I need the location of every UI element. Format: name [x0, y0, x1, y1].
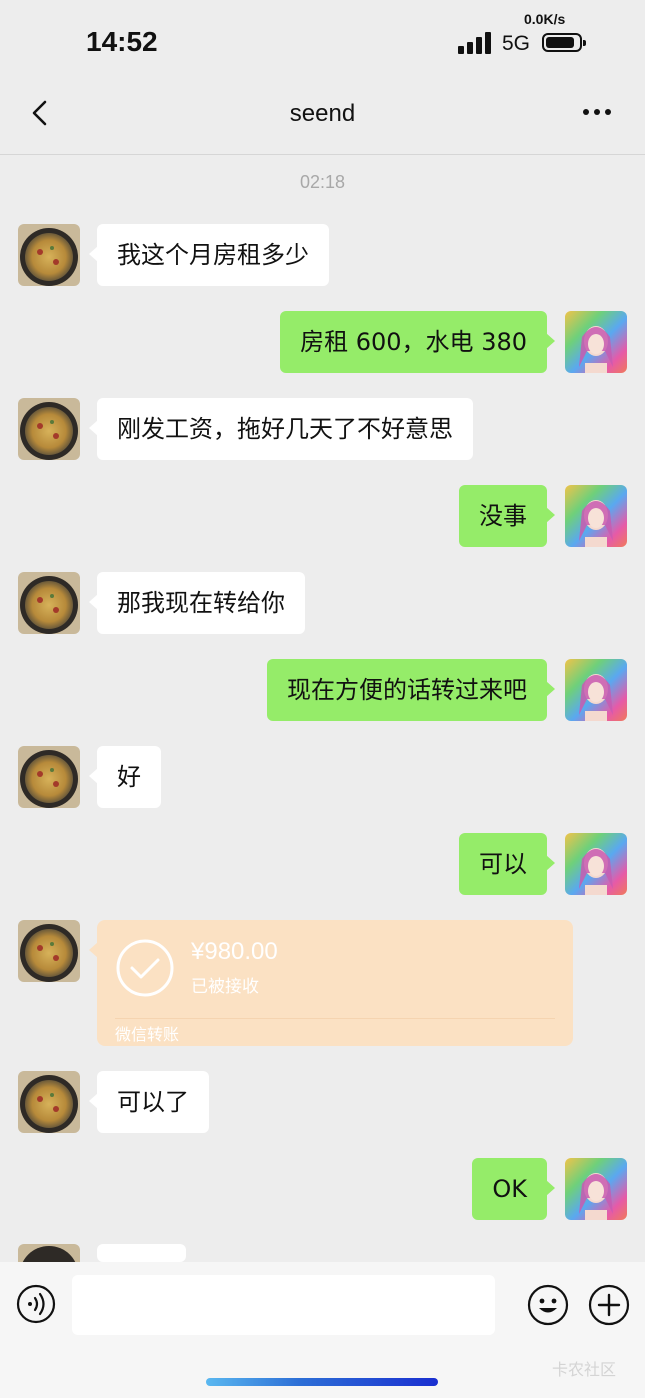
contact-avatar[interactable]	[18, 1071, 80, 1133]
message-bubble[interactable]: 那我现在转给你	[89, 572, 305, 634]
battery-icon	[542, 33, 586, 52]
message-bubble[interactable]: 没事	[459, 485, 555, 547]
message-bubble[interactable]: 现在方便的话转过来吧	[267, 659, 555, 721]
transfer-status: 已被接收	[191, 977, 259, 997]
chat-header: seend	[0, 78, 645, 155]
message-bubble[interactable]: 可以	[459, 833, 555, 895]
check-circle-icon	[116, 939, 174, 997]
add-icon[interactable]	[588, 1284, 630, 1326]
transfer-label: 微信转账	[115, 1025, 180, 1044]
chat-title: seend	[289, 100, 356, 127]
transfer-card[interactable]: ¥980.00 已被接收 微信转账	[89, 920, 573, 1046]
contact-avatar[interactable]	[18, 920, 80, 982]
network-type: 5G	[502, 32, 531, 55]
net-speed: 0.0K/s	[524, 11, 566, 27]
contact-avatar[interactable]	[18, 398, 80, 460]
user-avatar[interactable]	[565, 1158, 627, 1220]
status-time: 14:52	[86, 26, 158, 57]
transfer-amount: ¥980.00	[191, 938, 278, 965]
home-indicator[interactable]	[206, 1378, 438, 1386]
user-avatar[interactable]	[565, 659, 627, 721]
message-bubble[interactable]: 刚发工资，拖好几天了不好意思	[89, 398, 473, 460]
message-bubble[interactable]: 可以了	[89, 1071, 209, 1133]
message-bubble[interactable]: 好	[89, 746, 161, 808]
transfer-divider	[115, 1018, 555, 1019]
contact-avatar[interactable]	[18, 224, 80, 286]
contact-avatar[interactable]	[18, 746, 80, 808]
message-input[interactable]	[72, 1275, 495, 1335]
message-bubble[interactable]: OK	[472, 1158, 555, 1220]
user-avatar[interactable]	[565, 833, 627, 895]
emoji-icon[interactable]	[527, 1284, 569, 1326]
contact-avatar[interactable]	[18, 572, 80, 634]
signal-icon	[458, 32, 492, 54]
message-timestamp: 02:18	[299, 172, 346, 192]
status-bar: 14:52 0.0K/s 5G	[0, 0, 645, 78]
message-bubble[interactable]: 房租 600，水电 380	[280, 311, 555, 373]
watermark: 卡农社区	[552, 1360, 617, 1379]
contact-avatar[interactable]	[18, 1244, 80, 1262]
more-icon[interactable]	[578, 100, 618, 124]
voice-icon[interactable]	[16, 1284, 56, 1324]
message-bubble-partial[interactable]	[89, 1244, 186, 1282]
user-avatar[interactable]	[565, 485, 627, 547]
message-bubble[interactable]: 我这个月房租多少	[89, 224, 329, 286]
user-avatar[interactable]	[565, 311, 627, 373]
